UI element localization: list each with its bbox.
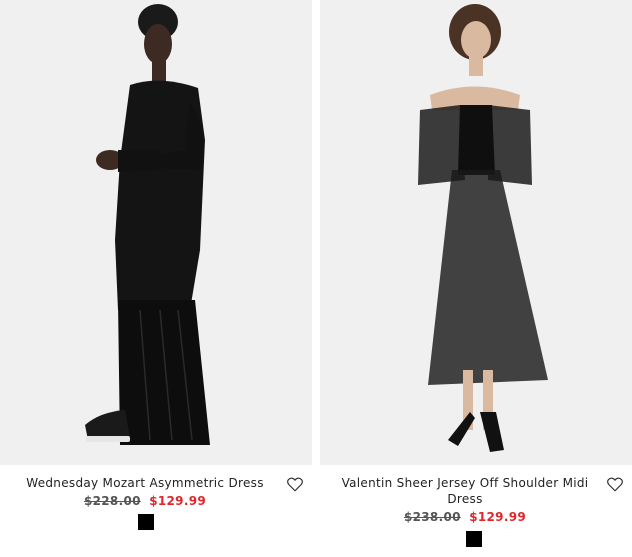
original-price: $228.00 [83, 494, 141, 508]
heart-outline-icon[interactable] [286, 475, 304, 493]
price-group: $238.00 $129.99 [320, 510, 610, 524]
product-name[interactable]: Valentin Sheer Jersey Off Shoulder Midi … [330, 475, 600, 507]
product-card[interactable]: Wednesday Mozart Asymmetric Dress $228.0… [0, 0, 312, 557]
product-card[interactable]: Valentin Sheer Jersey Off Shoulder Midi … [320, 0, 632, 557]
product-image[interactable] [320, 0, 632, 465]
heart-outline-icon[interactable] [606, 475, 624, 493]
color-swatch-black[interactable] [138, 514, 154, 530]
product-name[interactable]: Wednesday Mozart Asymmetric Dress [10, 475, 280, 491]
sale-price: $129.99 [149, 494, 206, 508]
price-group: $228.00 $129.99 [0, 494, 290, 508]
product-image[interactable] [0, 0, 312, 465]
product-grid: Wednesday Mozart Asymmetric Dress $228.0… [0, 0, 632, 557]
sale-price: $129.99 [469, 510, 526, 524]
color-swatch-black[interactable] [466, 531, 482, 547]
original-price: $238.00 [403, 510, 461, 524]
